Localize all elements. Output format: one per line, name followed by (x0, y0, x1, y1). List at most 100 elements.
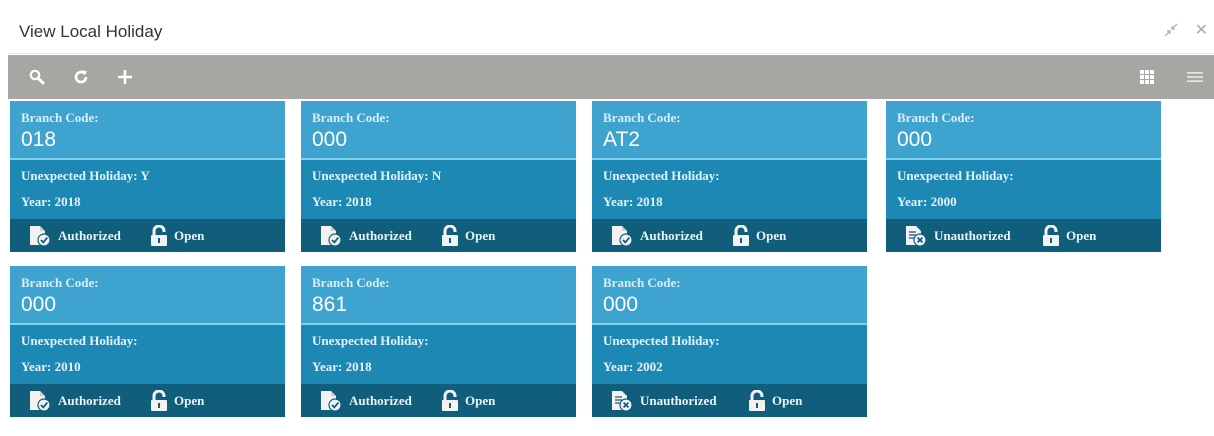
collapse-arrows-icon[interactable] (1163, 22, 1179, 43)
search-icon[interactable] (26, 66, 48, 88)
year-value: 2002 (636, 359, 663, 374)
card-details: Unexpected Holiday: Year: 2018 (592, 160, 867, 219)
year-value: 2018 (345, 359, 372, 374)
card-header: Branch Code: 000 (886, 101, 1161, 160)
auth-status: Authorized (318, 225, 412, 247)
record-status: Open (440, 225, 495, 247)
record-status-label: Open (174, 228, 205, 243)
branch-code-label: Branch Code: (312, 275, 390, 290)
record-status-label: Open (1066, 228, 1097, 243)
card-footer: Authorized Open (10, 219, 285, 252)
year-label: Year: (603, 359, 634, 374)
branch-code-value: 000 (897, 128, 933, 151)
holiday-card[interactable]: Branch Code: 000 Unexpected Holiday: Yea… (10, 266, 285, 417)
card-details: Unexpected Holiday: Year: 2010 (10, 325, 285, 384)
grid-view-icon[interactable] (1136, 66, 1158, 88)
auth-status-label: Authorized (349, 393, 412, 408)
card-details: Unexpected Holiday: Y Year: 2018 (10, 160, 285, 219)
year-label: Year: (21, 359, 52, 374)
year-value: 2018 (54, 194, 81, 209)
year-value: 2018 (636, 194, 663, 209)
record-status: Open (731, 225, 786, 247)
branch-code-value: 000 (603, 293, 639, 316)
year-row: Year: 2018 (603, 194, 663, 210)
card-details: Unexpected Holiday: Year: 2002 (592, 325, 867, 384)
unexpected-holiday-value: N (431, 168, 442, 183)
branch-code-label: Branch Code: (312, 110, 390, 125)
unexpected-holiday-label: Unexpected Holiday: (897, 168, 1014, 183)
year-label: Year: (603, 194, 634, 209)
refresh-icon[interactable] (70, 66, 92, 88)
unexpected-holiday-row: Unexpected Holiday: N (312, 168, 441, 184)
auth-status: Unauthorized (609, 390, 717, 412)
unlock-icon (440, 390, 460, 412)
record-status-label: Open (756, 228, 787, 243)
list-view-icon[interactable] (1184, 66, 1206, 88)
card-details: Unexpected Holiday: Year: 2000 (886, 160, 1161, 219)
card-header: Branch Code: 018 (10, 101, 285, 160)
year-label: Year: (897, 194, 928, 209)
unexpected-holiday-row: Unexpected Holiday: (897, 168, 1014, 184)
year-row: Year: 2018 (312, 359, 372, 375)
branch-code-value: AT2 (603, 128, 640, 151)
record-status-label: Open (465, 228, 496, 243)
record-status-label: Open (772, 393, 803, 408)
auth-status-label: Authorized (349, 228, 412, 243)
unlock-icon (149, 225, 169, 247)
card-details: Unexpected Holiday: N Year: 2018 (301, 160, 576, 219)
year-label: Year: (312, 359, 343, 374)
branch-code-value: 000 (21, 293, 57, 316)
card-footer: Authorized Open (592, 219, 867, 252)
card-footer: Unauthorized Open (886, 219, 1161, 252)
year-label: Year: (21, 194, 52, 209)
card-footer: Authorized Open (10, 384, 285, 417)
branch-code-label: Branch Code: (21, 275, 99, 290)
year-label: Year: (312, 194, 343, 209)
card-footer: Unauthorized Open (592, 384, 867, 417)
holiday-card[interactable]: Branch Code: 000 Unexpected Holiday: N Y… (301, 101, 576, 252)
holiday-card[interactable]: Branch Code: AT2 Unexpected Holiday: Yea… (592, 101, 867, 252)
card-header: Branch Code: AT2 (592, 101, 867, 160)
record-status: Open (1041, 225, 1096, 247)
auth-status-label: Authorized (640, 228, 703, 243)
add-icon[interactable] (114, 66, 136, 88)
auth-status: Authorized (318, 390, 412, 412)
branch-code-value: 000 (312, 128, 348, 151)
year-row: Year: 2018 (21, 194, 81, 210)
auth-status-label: Unauthorized (934, 228, 1011, 243)
authorized-icon (318, 225, 344, 247)
unexpected-holiday-row: Unexpected Holiday: (21, 333, 138, 349)
unexpected-holiday-row: Unexpected Holiday: (312, 333, 429, 349)
card-details: Unexpected Holiday: Year: 2018 (301, 325, 576, 384)
auth-status-label: Unauthorized (640, 393, 717, 408)
authorized-icon (27, 390, 53, 412)
card-header: Branch Code: 000 (10, 266, 285, 325)
title-bar: View Local Holiday ✕ (8, 10, 1214, 54)
holiday-card[interactable]: Branch Code: 861 Unexpected Holiday: Yea… (301, 266, 576, 417)
unlock-icon (149, 390, 169, 412)
window-controls: ✕ (1163, 22, 1208, 43)
branch-code-label: Branch Code: (603, 110, 681, 125)
card-header: Branch Code: 000 (592, 266, 867, 325)
year-row: Year: 2000 (897, 194, 957, 210)
close-icon[interactable]: ✕ (1195, 22, 1208, 43)
year-row: Year: 2010 (21, 359, 81, 375)
authorized-icon (609, 225, 635, 247)
toolbar (8, 55, 1214, 99)
unauthorized-icon (903, 225, 929, 247)
branch-code-value: 861 (312, 293, 348, 316)
unexpected-holiday-label: Unexpected Holiday: (312, 168, 429, 183)
record-status: Open (149, 225, 204, 247)
branch-code-label: Branch Code: (21, 110, 99, 125)
holiday-card[interactable]: Branch Code: 000 Unexpected Holiday: Yea… (886, 101, 1161, 252)
year-value: 2000 (930, 194, 957, 209)
holiday-card[interactable]: Branch Code: 018 Unexpected Holiday: Y Y… (10, 101, 285, 252)
auth-status-label: Authorized (58, 393, 121, 408)
holiday-card[interactable]: Branch Code: 000 Unexpected Holiday: Yea… (592, 266, 867, 417)
unexpected-holiday-row: Unexpected Holiday: (603, 333, 720, 349)
auth-status: Unauthorized (903, 225, 1011, 247)
card-header: Branch Code: 861 (301, 266, 576, 325)
year-value: 2018 (345, 194, 372, 209)
record-status: Open (440, 390, 495, 412)
window-title: View Local Holiday (19, 22, 163, 41)
